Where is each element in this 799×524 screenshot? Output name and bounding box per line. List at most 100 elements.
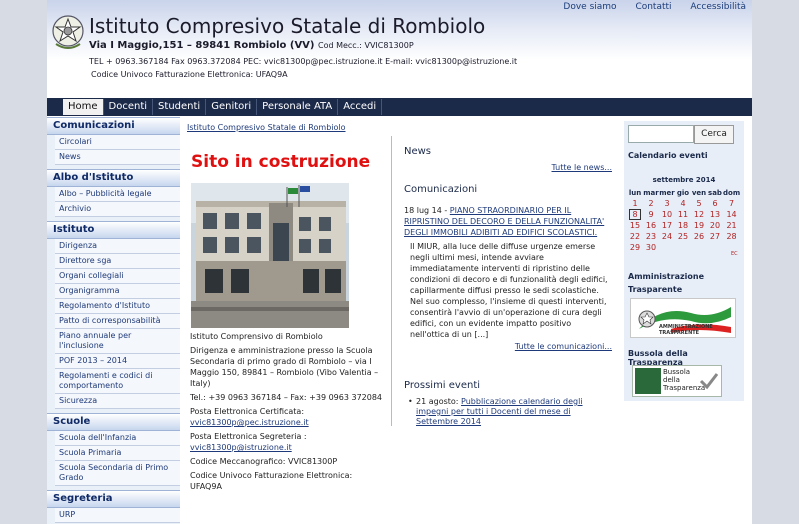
calendar-day[interactable]: 23	[643, 231, 659, 242]
calendar-day[interactable]: 14	[723, 209, 740, 220]
sidebar-item-regolamento[interactable]: Regolamento d'Istituto	[55, 299, 180, 314]
calendar-day[interactable]: 6	[707, 198, 723, 209]
calendar-day-number: 8	[629, 209, 641, 220]
calendar-day[interactable]: 21	[723, 220, 740, 231]
sidebar-item-circolari[interactable]: Circolari	[55, 135, 180, 150]
breadcrumb[interactable]: Istituto Compresivo Statale di Rombiolo	[187, 123, 346, 132]
calendar-day-number: 9	[648, 210, 654, 219]
calendar-day-number: 2	[648, 199, 654, 208]
sidebar-item-news[interactable]: News	[55, 150, 180, 165]
calendar-day[interactable]: 16	[643, 220, 659, 231]
calendar-day-number: 25	[677, 232, 689, 241]
calendar-week: 8 9 10 11 12 13 14	[627, 209, 740, 220]
calendar-day[interactable]: 15	[627, 220, 643, 231]
all-news-link[interactable]: Tutte le news...	[404, 163, 613, 172]
calendar-day-number: 22	[629, 232, 641, 241]
sidebar-item-patto[interactable]: Patto di corresponsabilità	[55, 314, 180, 329]
sidebar-item-organi-collegiali[interactable]: Organi collegiali	[55, 269, 180, 284]
sidebar-item-archivio[interactable]: Archivio	[55, 202, 180, 217]
sidebar-section-istituto[interactable]: Istituto	[47, 221, 180, 239]
school-tel: Tel.: +39 0963 367184 – Fax: +39 0963 37…	[190, 393, 383, 402]
calendar-title: Calendario eventi	[628, 151, 708, 160]
weekday-label: mer	[659, 188, 675, 197]
calendar-day[interactable]: 17	[659, 220, 675, 231]
calendar-day[interactable]: 1	[627, 198, 643, 209]
nav-studenti[interactable]: Studenti	[153, 99, 207, 115]
calendar-more-link[interactable]: EC	[731, 251, 738, 257]
calendar-day[interactable]: 2	[643, 198, 659, 209]
calendar-day[interactable]: 26	[691, 231, 707, 242]
calendar-day[interactable]: 12	[691, 209, 707, 220]
sidebar-item-direttore-sga[interactable]: Direttore sga	[55, 254, 180, 269]
sidebar-item-piano-inclusione[interactable]: Piano annuale per l'inclusione	[55, 329, 180, 354]
calendar-day[interactable]: 3	[659, 198, 675, 209]
nav-genitori[interactable]: Genitori	[206, 99, 258, 115]
sidebar-item-albo-pubblicita[interactable]: Albo – Pubblicità legale	[55, 187, 180, 202]
comunicazioni-title: Comunicazioni	[404, 184, 478, 195]
sidebar-item-dirigenza[interactable]: Dirigenza	[55, 239, 180, 254]
nav-accedi[interactable]: Accedi	[338, 99, 383, 115]
sidebar-item-sicurezza[interactable]: Sicurezza	[55, 394, 180, 409]
pec-link[interactable]: vvic81300p@pec.istruzione.it	[190, 418, 309, 427]
nav-home[interactable]: Home	[63, 99, 104, 115]
bussola-compass-icon	[635, 368, 661, 394]
calendar-day[interactable]: 20	[707, 220, 723, 231]
site-title: Istituto Compresivo Statale di Rombiolo	[89, 14, 486, 38]
bussola-trasparenza-banner[interactable]: Bussola della Trasparenza	[632, 365, 722, 397]
all-comunicazioni-link[interactable]: Tutte le comunicazioni...	[404, 342, 612, 351]
calendar-day[interactable]: 5	[691, 198, 707, 209]
sidebar-section-comunicazioni[interactable]: Comunicazioni	[47, 117, 180, 135]
school-description: Dirigenza e amministrazione presso la Sc…	[190, 346, 379, 388]
calendar-day[interactable]: 4	[675, 198, 691, 209]
calendar-day	[659, 242, 675, 253]
nav-personale-ata[interactable]: Personale ATA	[257, 99, 339, 115]
calendar-day[interactable]: 22	[627, 231, 643, 242]
calendar-day[interactable]: 8	[627, 209, 643, 220]
calendar-day-number: 30	[645, 243, 657, 252]
calendar-day[interactable]: 25	[675, 231, 691, 242]
accessibilita-link[interactable]: Accessibilità	[690, 2, 746, 12]
amministrazione-trasparente-title: Amministrazione Trasparente	[628, 272, 704, 294]
calendar-day[interactable]: 11	[675, 209, 691, 220]
calendar-day[interactable]: 13	[707, 209, 723, 220]
sidebar-item-secondaria[interactable]: Scuola Secondaria di Primo Grado	[55, 461, 180, 486]
eventi-section: Prossimi eventi 21 agosto: Pubblicazione…	[404, 380, 612, 427]
column-divider	[391, 136, 392, 426]
calendar-day[interactable]: 7	[723, 198, 740, 209]
amministrazione-trasparente-banner[interactable]: AMMINISTRAZIONE TRASPARENTE	[630, 298, 736, 338]
sidebar-item-pof[interactable]: POF 2013 – 2014	[55, 354, 180, 369]
calendar-day[interactable]: 10	[659, 209, 675, 220]
calendar-day[interactable]: 9	[643, 209, 659, 220]
calendar-day[interactable]: 18	[675, 220, 691, 231]
sidebar-section-segreteria[interactable]: Segreteria	[47, 490, 180, 508]
contatti-link[interactable]: Contatti	[635, 2, 671, 12]
calendar-day[interactable]: 24	[659, 231, 675, 242]
sidebar-item-urp[interactable]: URP	[55, 508, 180, 523]
adm-logo-text: AMMINISTRAZIONE TRASPARENTE	[659, 324, 713, 336]
calendar-day-number: 18	[677, 221, 689, 230]
calendar-day-number: 1	[632, 199, 638, 208]
sidebar-section-scuole[interactable]: Scuole	[47, 413, 180, 431]
calendar-day[interactable]: 27	[707, 231, 723, 242]
calendar-day-number: 10	[661, 210, 673, 219]
search-button[interactable]: Cerca	[694, 125, 734, 144]
sidebar-item-primaria[interactable]: Scuola Primaria	[55, 446, 180, 461]
sidebar-item-regolamenti-codici[interactable]: Regolamenti e codici di comportamento	[55, 369, 180, 394]
calendar-month: settembre 2014	[652, 176, 716, 184]
sidebar-item-organigramma[interactable]: Organigramma	[55, 284, 180, 299]
calendar-day[interactable]: 30	[643, 242, 659, 253]
weekday-label: mar	[643, 188, 659, 197]
mecc-code: Cod Mecc.: VVIC81300P	[317, 41, 414, 50]
sidebar-item-infanzia[interactable]: Scuola dell'Infanzia	[55, 431, 180, 446]
dove-siamo-link[interactable]: Dove siamo	[563, 2, 616, 12]
sidebar-section-albo[interactable]: Albo d'Istituto	[47, 169, 180, 187]
calendar-day[interactable]: 28	[723, 231, 740, 242]
news-title: News	[404, 146, 432, 157]
weekday-label: dom	[723, 188, 741, 197]
calendar-day[interactable]: 29	[627, 242, 643, 253]
calendar-day[interactable]: 19	[691, 220, 707, 231]
nav-docenti[interactable]: Docenti	[104, 99, 154, 115]
segreteria-link[interactable]: vvic81300p@istruzione.it	[190, 443, 292, 452]
calendar-day-number: 28	[726, 232, 737, 241]
search-input[interactable]	[628, 125, 694, 143]
